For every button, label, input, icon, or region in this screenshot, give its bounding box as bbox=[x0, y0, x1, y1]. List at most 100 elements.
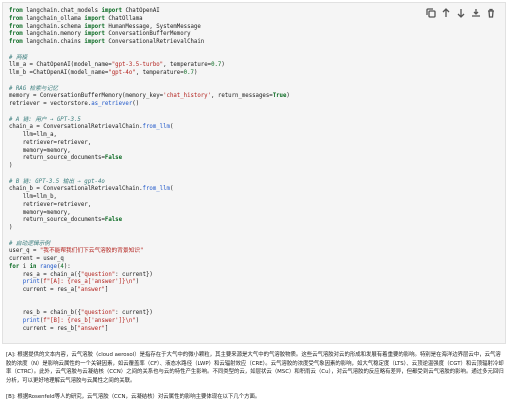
code-token: ConversationalRetrievalChain bbox=[104, 39, 205, 45]
code-line: return_source_documents=False bbox=[9, 217, 290, 225]
code-token: # B 链: GPT-3.5 输出 → gpt-4o bbox=[9, 178, 105, 185]
code-token: langchain.memory bbox=[22, 31, 85, 38]
code-line: print(f"[A]: {res_a['answer']}\n") bbox=[9, 279, 290, 287]
code-token: # 两模 bbox=[9, 54, 28, 61]
code-token: i bbox=[19, 263, 30, 270]
code-token: langchain.chat_models bbox=[22, 8, 102, 14]
code-token: from bbox=[9, 39, 23, 45]
code-token: from_llm bbox=[142, 124, 170, 131]
code-line: ​ bbox=[9, 233, 290, 241]
code-token: , temperature= bbox=[135, 70, 184, 76]
move-up-icon[interactable] bbox=[440, 7, 452, 19]
code-token: print bbox=[22, 318, 40, 324]
code-token: from bbox=[9, 15, 23, 22]
code-token: ) bbox=[286, 93, 290, 100]
code-cell[interactable]: from langchain.chat_models import ChatOp… bbox=[2, 2, 506, 344]
code-token: 'chat_history' bbox=[163, 93, 212, 100]
code-token: # A 链: 用户 → GPT-3.5 bbox=[9, 116, 81, 123]
code-line: llm=llm_b, bbox=[9, 194, 290, 202]
code-line: ​ bbox=[9, 303, 290, 311]
code-token: f"[A]: {res_a['answer']}\n" bbox=[43, 279, 136, 286]
code-token: chain_b = ConversationalRetrievalChain. bbox=[9, 186, 143, 193]
code-token: import bbox=[84, 39, 105, 45]
code-token: "answer" bbox=[77, 325, 105, 332]
code-token: : current}) bbox=[115, 310, 153, 317]
code-token: as_retriever bbox=[91, 101, 133, 107]
code-token: retriever=retriever, bbox=[9, 201, 92, 208]
code-token: ] bbox=[104, 325, 109, 332]
code-token: from bbox=[9, 8, 23, 14]
code-line: chain_a = ConversationalRetrievalChain.f… bbox=[9, 124, 290, 132]
code-token: llm=llm_b, bbox=[9, 194, 57, 200]
code-token: ( bbox=[169, 186, 174, 193]
code-line: retriever = vectorstore.as_retriever() bbox=[9, 101, 290, 109]
cell-toolbar bbox=[425, 7, 497, 19]
code-line: ​ bbox=[9, 295, 290, 303]
code-line: chain_b = ConversationalRetrievalChain.f… bbox=[9, 186, 290, 194]
code-token: True bbox=[272, 93, 287, 100]
code-token: "question" bbox=[80, 310, 116, 317]
code-token: current = user_q bbox=[9, 256, 64, 262]
code-editor[interactable]: from langchain.chat_models import ChatOp… bbox=[9, 8, 290, 334]
code-token: memory = ConversationBufferMemory(memory… bbox=[9, 93, 164, 100]
code-token: memory=memory, bbox=[9, 147, 71, 154]
code-token: "gpt-4o" bbox=[108, 70, 136, 76]
code-token: print bbox=[22, 279, 40, 286]
code-token: memory=memory, bbox=[9, 209, 71, 216]
code-line: # 两模 bbox=[9, 55, 290, 63]
download-icon[interactable] bbox=[470, 7, 482, 19]
code-token: res_a = chain_a({ bbox=[9, 271, 81, 278]
code-token: from_llm bbox=[142, 186, 170, 193]
copy-icon[interactable] bbox=[425, 7, 437, 19]
code-line: # RAG 检索与记忆 bbox=[9, 86, 290, 94]
code-line: retriever=retriever, bbox=[9, 202, 290, 210]
code-line: ​ bbox=[9, 109, 290, 117]
code-line: from langchain_ollama import ChatOllama bbox=[9, 16, 290, 24]
code-token: "gpt-3.5-turbo" bbox=[111, 62, 164, 69]
move-down-icon[interactable] bbox=[455, 7, 467, 19]
code-token: f"[B]: {res_b['answer']}\n" bbox=[43, 318, 136, 324]
code-line: from langchain.chat_models import ChatOp… bbox=[9, 8, 290, 16]
code-token: # 启动逻辑示例 bbox=[9, 240, 50, 247]
code-token: retriever=retriever, bbox=[9, 139, 92, 146]
code-token: res_b = chain_b({ bbox=[9, 310, 81, 317]
code-token: langchain.chains bbox=[22, 39, 85, 45]
code-line: llm_b =ChatOpenAI(model_name="gpt-4o", t… bbox=[9, 70, 290, 78]
code-line: return_source_documents=False bbox=[9, 155, 290, 163]
code-token: () bbox=[132, 101, 140, 107]
code-line: # B 链: GPT-3.5 输出 → gpt-4o bbox=[9, 179, 290, 187]
code-token: # RAG 检索与记忆 bbox=[9, 85, 58, 92]
code-line: current = user_q bbox=[9, 256, 290, 264]
code-token: import bbox=[101, 8, 123, 14]
code-token: "我不能帮我们们下云气溶胶的背景知识" bbox=[39, 248, 144, 255]
delete-icon[interactable] bbox=[485, 7, 497, 19]
code-token: llm_a = ChatOpenAI(model_name= bbox=[9, 62, 112, 69]
code-line: llm=llm_a, bbox=[9, 132, 290, 140]
code-token: for bbox=[9, 263, 20, 270]
code-line: res_b = chain_b({"question": current}) bbox=[9, 310, 290, 318]
code-token: current = res_b[ bbox=[9, 325, 78, 332]
code-token: ): bbox=[63, 263, 71, 270]
code-token: ( bbox=[169, 124, 174, 131]
code-token: return_source_documents= bbox=[9, 155, 105, 162]
code-line: print(f"[B]: {res_b['answer']}\n") bbox=[9, 318, 290, 326]
code-token: , return_messages= bbox=[211, 93, 273, 100]
code-line: memory=memory, bbox=[9, 148, 290, 156]
code-token: user_q = bbox=[9, 248, 40, 255]
code-token: HumanMessage, SystemMessage bbox=[104, 23, 201, 30]
code-token: ] bbox=[104, 287, 109, 293]
code-line: memory=memory, bbox=[9, 210, 290, 218]
code-line: current = res_a["answer"] bbox=[9, 287, 290, 295]
code-token: retriever = vectorstore. bbox=[9, 101, 92, 107]
cell-output: [A]: 根据提供的文本内容，云气溶胶（cloud aerosol）是指存在于大… bbox=[6, 351, 504, 410]
code-token: range bbox=[39, 263, 57, 270]
code-line: ​ bbox=[9, 47, 290, 55]
code-token: ChatOllama bbox=[104, 15, 143, 22]
code-token: , temperature= bbox=[163, 62, 212, 69]
code-token: current = res_a[ bbox=[9, 287, 78, 293]
code-token: 0.7 bbox=[183, 70, 194, 76]
code-token: llm_b =ChatOpenAI(model_name= bbox=[9, 70, 109, 76]
code-token: False bbox=[104, 217, 123, 224]
code-line: res_a = chain_a({"question": current}) bbox=[9, 272, 290, 280]
